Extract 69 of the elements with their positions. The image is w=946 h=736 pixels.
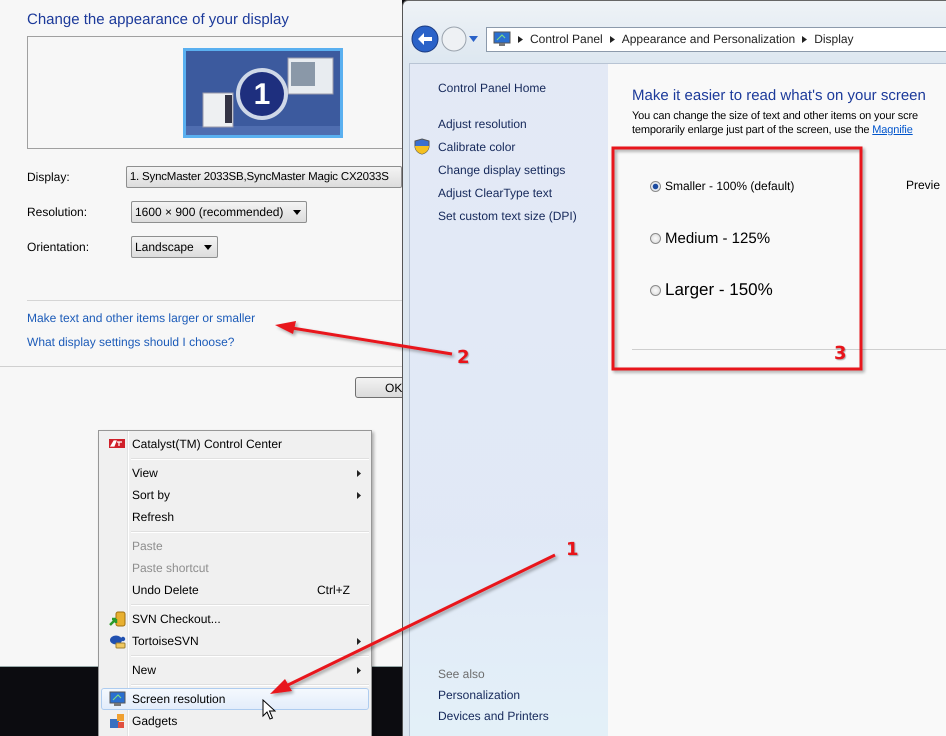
menu-item[interactable]: Gadgets <box>101 710 369 732</box>
breadcrumb-item[interactable]: Appearance and Personalization <box>622 32 796 46</box>
menu-item[interactable]: Catalyst(TM) Control Center <box>101 433 369 455</box>
turtle-icon <box>108 633 126 649</box>
address-bar[interactable]: Control Panel Appearance and Personalization Display <box>486 26 946 52</box>
back-icon[interactable] <box>411 25 439 53</box>
nav-link[interactable]: Adjust resolution <box>438 117 527 131</box>
shield-icon <box>414 138 430 155</box>
breadcrumb-arrow-icon[interactable] <box>802 36 808 42</box>
breadcrumb-arrow-icon[interactable] <box>610 36 615 42</box>
menu-item[interactable]: SVN Checkout... <box>101 608 369 630</box>
menu-item[interactable]: TortoiseSVN <box>101 630 369 652</box>
radio-button[interactable] <box>650 232 661 244</box>
mouse-cursor-icon <box>262 699 276 720</box>
monitor-number: 1 <box>254 78 270 110</box>
dropdown[interactable]: Landscape <box>131 236 218 258</box>
field-label: Resolution: <box>27 205 88 219</box>
monitor-icon <box>108 691 126 707</box>
history-caret-icon[interactable] <box>469 36 478 42</box>
nav-link[interactable]: Adjust ClearType text <box>438 186 552 200</box>
caret-icon <box>204 244 212 250</box>
nav-link[interactable]: Calibrate color <box>438 140 516 154</box>
callout-number: 1 <box>566 541 579 559</box>
link[interactable]: What display settings should I choose? <box>27 335 234 349</box>
section-heading: See also <box>438 667 485 681</box>
radio-button[interactable] <box>650 180 661 192</box>
shortcut-text: Ctrl+Z <box>317 583 350 597</box>
page-title: Change the appearance of your display <box>27 11 290 28</box>
callout-number: 3 <box>834 345 847 363</box>
option-label[interactable]: Medium - 125% <box>665 230 770 246</box>
description-line: temporarily enlarge just part of the screen, use the Magnifie <box>632 123 914 137</box>
menu-item[interactable]: Screen resolution <box>101 688 369 710</box>
menu-item[interactable]: Sort by <box>101 484 369 506</box>
nav-link[interactable]: Personalization <box>438 688 520 702</box>
option-label[interactable]: Larger - 150% <box>665 280 773 300</box>
menu-item[interactable]: Refresh <box>101 506 369 528</box>
callout-number: 2 <box>457 349 470 367</box>
submenu-arrow-icon <box>357 492 361 498</box>
link[interactable]: Make text and other items larger or smaller <box>27 311 256 325</box>
magnifier-link[interactable]: Magnifie <box>872 124 913 136</box>
submenu-arrow-icon <box>357 666 361 674</box>
nav-link[interactable]: Devices and Printers <box>438 709 549 723</box>
breadcrumb-arrow-icon[interactable] <box>518 36 523 42</box>
field-label: Orientation: <box>27 240 90 254</box>
nav-link[interactable]: Change display settings <box>438 163 566 177</box>
menu-item[interactable]: View <box>101 462 369 484</box>
monitor-icon <box>493 31 511 47</box>
dropdown[interactable]: 1600 × 900 (recommended) <box>131 201 308 223</box>
breadcrumb-item[interactable]: Control Panel <box>530 32 603 46</box>
nav-link[interactable]: Control Panel Home <box>438 81 546 95</box>
nav-link[interactable]: Set custom text size (DPI) <box>438 209 577 223</box>
caret-icon <box>293 210 302 214</box>
dropdown[interactable]: 1. SyncMaster 2033SB,SyncMaster Magic CX2033S <box>126 166 402 188</box>
checkout-icon <box>108 610 126 628</box>
submenu-arrow-icon <box>357 638 361 644</box>
page-heading: Make it easier to read what's on your screen <box>632 87 927 104</box>
submenu-arrow-icon <box>357 470 361 476</box>
gadgets-icon <box>108 712 126 730</box>
radio-button[interactable] <box>650 284 661 296</box>
monitor-drawing[interactable]: 1 <box>183 48 343 138</box>
menu-item[interactable]: Undo Delete Ctrl+Z <box>101 579 369 601</box>
logo-icon <box>109 438 125 450</box>
option-label[interactable]: Smaller - 100% (default) <box>665 179 794 193</box>
field-label: Display: <box>27 170 71 184</box>
preview-label: Previe <box>906 178 940 194</box>
ok-button[interactable]: OK <box>355 377 402 398</box>
description-line: You can change the size of text and other items on your scre <box>632 109 919 123</box>
breadcrumb-item[interactable]: Display <box>814 32 854 46</box>
menu-item[interactable]: New <box>101 659 369 681</box>
